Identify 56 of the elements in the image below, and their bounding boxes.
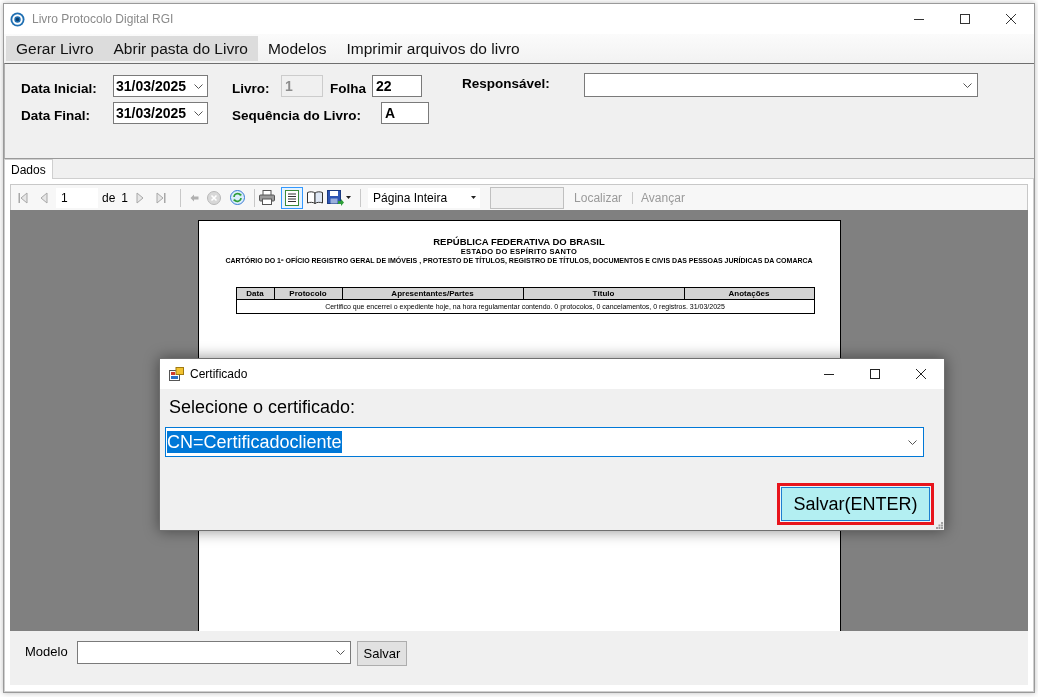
dropdown-field[interactable] — [584, 73, 978, 97]
caret-icon[interactable] — [346, 196, 352, 199]
tab[interactable]: Dados — [4, 159, 53, 179]
chevron-down-icon — [194, 110, 203, 116]
zoom-dropdown[interactable]: Página Inteira — [368, 187, 481, 208]
menu-item[interactable]: Abrir pasta do Livro — [103, 36, 258, 61]
save-button[interactable]: Salvar — [357, 641, 407, 666]
certificate-dropdown[interactable]: CN=Certificadocliente — [165, 427, 924, 457]
maximize-icon[interactable] — [870, 369, 880, 379]
save-button[interactable]: Salvar(ENTER) — [777, 483, 934, 525]
field-label: Livro: — [232, 79, 271, 96]
chevron-down-icon — [194, 83, 203, 89]
minimize-icon[interactable] — [824, 373, 834, 375]
page-of-text: de — [102, 190, 116, 205]
caret-icon — [471, 196, 477, 199]
form-icon — [169, 367, 184, 381]
menu-item[interactable]: Gerar Livro — [6, 36, 104, 61]
dialog-title: Certificado — [190, 367, 249, 381]
printer-icon[interactable] — [259, 190, 276, 205]
open-book-icon[interactable] — [307, 191, 324, 204]
chevron-down-icon — [908, 439, 917, 445]
date-picker[interactable]: 31/03/2025 — [113, 75, 208, 97]
column-header: Apresentantes/Partes — [342, 287, 523, 300]
page-lines-icon — [285, 189, 300, 206]
column-header: Título — [523, 287, 684, 300]
save-icon[interactable] — [327, 189, 345, 206]
minimize-icon[interactable] — [914, 18, 924, 20]
menu-item[interactable]: Modelos — [257, 36, 337, 61]
dropdown-field[interactable] — [77, 641, 351, 664]
date-picker[interactable]: 31/03/2025 — [113, 102, 208, 124]
close-icon[interactable] — [916, 369, 926, 379]
field-label: Data Final: — [21, 106, 91, 123]
report-title: REPÚBLICA FEDERATIVA DO BRASIL — [432, 236, 606, 247]
menu-item[interactable]: Imprimir arquivos do livro — [336, 36, 530, 61]
app-logo-icon — [10, 11, 25, 27]
input-field[interactable]: A — [381, 102, 429, 124]
page-number-field[interactable]: 1 — [56, 187, 98, 208]
field-label: Folha — [330, 79, 366, 96]
field-label: Data Inicial: — [21, 79, 98, 96]
column-header: Anotações — [684, 287, 814, 300]
refresh-icon[interactable] — [229, 190, 245, 205]
chevron-down-icon — [336, 650, 345, 655]
window-title: Livro Protocolo Digital RGI — [32, 12, 175, 26]
resize-grip-icon[interactable] — [936, 522, 943, 529]
input-field[interactable]: 22 — [372, 75, 422, 97]
field-label: Responsável: — [462, 75, 551, 91]
maximize-icon[interactable] — [960, 14, 970, 24]
page-count-text: 1 — [121, 190, 129, 205]
field-label: Sequência do Livro: — [232, 106, 363, 123]
close-icon[interactable] — [1006, 14, 1016, 24]
field-label: Modelo — [25, 643, 69, 659]
column-header: Data — [236, 287, 274, 300]
chevron-down-icon — [963, 82, 972, 88]
print-layout-button[interactable] — [281, 186, 304, 209]
prompt-text: Selecione o certificado: — [168, 396, 356, 418]
column-header: Protocolo — [274, 287, 342, 300]
